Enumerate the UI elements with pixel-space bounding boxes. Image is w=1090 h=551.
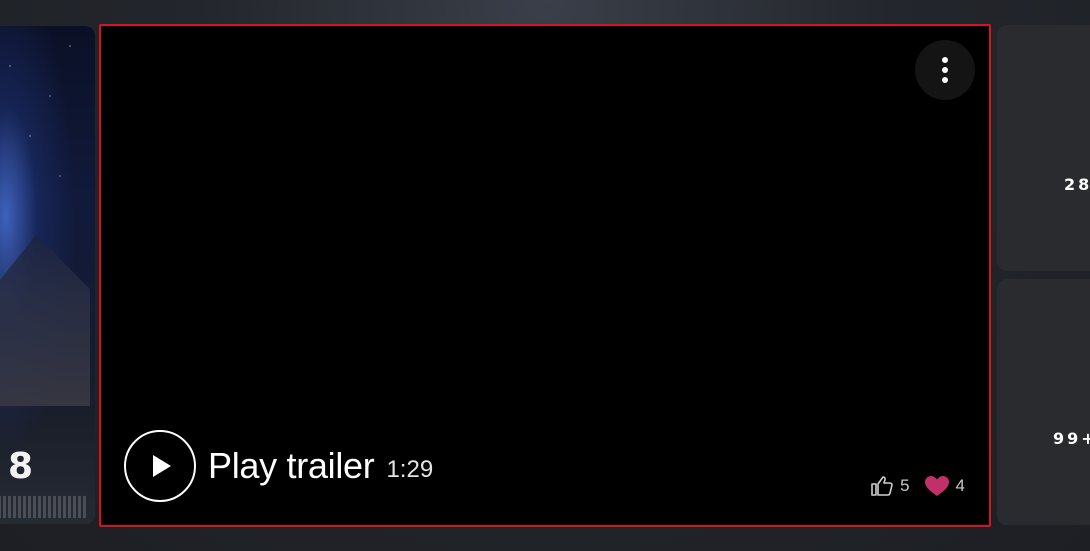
love-reaction[interactable]: 4 — [924, 475, 965, 497]
play-icon — [153, 455, 171, 477]
like-reaction[interactable]: 5 — [870, 475, 910, 497]
play-circle — [124, 430, 196, 502]
like-count: 5 — [900, 476, 910, 495]
movie-poster-thumbnail[interactable]: 8 — [0, 26, 95, 524]
heart-icon — [924, 476, 949, 496]
thumbs-up-icon — [871, 476, 893, 496]
play-trailer-label: Play trailer — [208, 445, 375, 486]
love-count: 4 — [955, 476, 965, 495]
side-card-photos[interactable]: 99+ — [997, 279, 1090, 525]
poster-credits — [0, 496, 86, 518]
more-vertical-icon — [942, 57, 948, 83]
trailer-player[interactable]: Play trailer 1:29 5 4 — [99, 24, 991, 527]
side-card-count: 99+ — [1053, 429, 1090, 448]
side-card-count: 28 — [1064, 175, 1090, 194]
more-options-button[interactable] — [915, 40, 975, 100]
poster-number: 8 — [8, 446, 34, 487]
reactions-bar: 5 4 — [870, 475, 965, 497]
trailer-duration: 1:29 — [386, 456, 434, 483]
play-trailer-button[interactable]: Play trailer 1:29 — [124, 430, 433, 502]
side-card-videos[interactable]: 28 — [997, 25, 1090, 271]
